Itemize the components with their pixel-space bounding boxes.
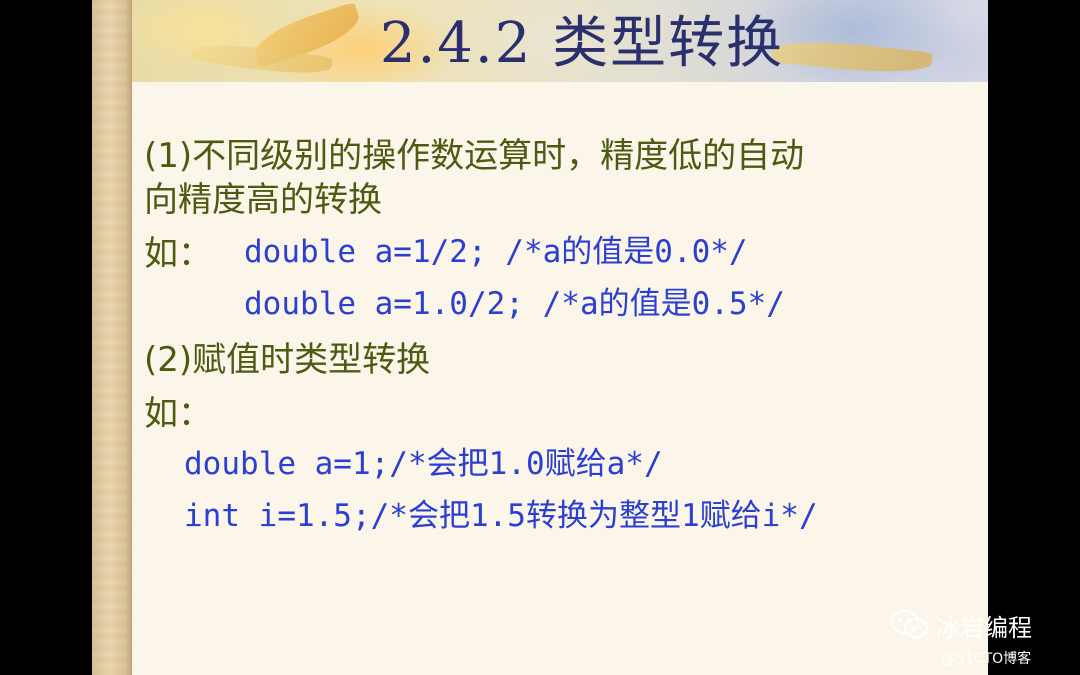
leaf-decoration <box>771 35 933 79</box>
example-2-label: 如： <box>144 394 212 434</box>
watermark: 冰岩编程 @51CTO博客 <box>890 606 1070 667</box>
slide: 2.4.2 类型转换 (1)不同级别的操作数运算时，精度低的自动 向精度高的转换… <box>92 0 988 675</box>
title-banner: 2.4.2 类型转换 <box>132 0 988 82</box>
wechat-logo-icon <box>891 610 928 638</box>
watermark-site: @51CTO博客 <box>942 651 1032 667</box>
example-2-code-1: double a=1;/*会把1.0赋给a*/ <box>184 446 663 482</box>
decorative-left-strip <box>92 0 132 675</box>
rule-2: (2)赋值时类型转换 <box>144 340 431 380</box>
example-1-code-1: double a=1/2; /*a的值是0.0*/ <box>244 234 748 270</box>
example-1-label: 如： <box>144 234 212 274</box>
watermark-name: 冰岩编程 <box>936 614 1032 642</box>
slide-title: 2.4.2 类型转换 <box>379 11 785 76</box>
rule-1-line-2: 向精度高的转换 <box>144 180 382 220</box>
example-2-code-2: int i=1.5;/*会把1.5转换为整型1赋给i*/ <box>184 498 818 534</box>
example-1-code-2: double a=1.0/2; /*a的值是0.5*/ <box>244 286 785 322</box>
rule-1-line-1: (1)不同级别的操作数运算时，精度低的自动 <box>144 136 805 176</box>
